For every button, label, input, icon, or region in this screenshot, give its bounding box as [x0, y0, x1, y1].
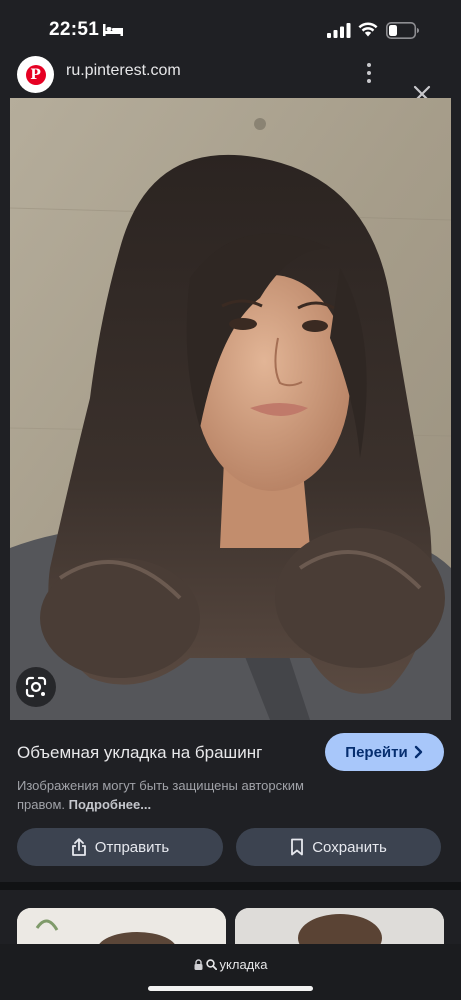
visit-button[interactable]: Перейти — [325, 733, 444, 771]
save-button-label: Сохранить — [312, 838, 387, 856]
search-icon — [205, 959, 217, 970]
pinterest-logo-icon[interactable]: P — [17, 56, 54, 93]
visit-button-label: Перейти — [345, 743, 408, 761]
portrait-illustration — [10, 98, 451, 720]
home-indicator[interactable] — [148, 986, 313, 991]
bookmark-icon — [291, 838, 304, 856]
wifi-icon — [358, 22, 378, 37]
section-divider — [0, 882, 461, 890]
cellular-signal-icon — [327, 23, 351, 38]
learn-more-link[interactable]: Подробнее... — [69, 797, 151, 812]
copyright-note: Изображения могут быть защищены авторски… — [17, 776, 327, 814]
copyright-text: Изображения могут быть защищены авторски… — [17, 778, 304, 812]
share-button-label: Отправить — [94, 838, 170, 856]
chevron-right-icon — [414, 745, 422, 759]
status-bar: 22:51 — [0, 0, 461, 52]
address-bar[interactable]: укладка — [0, 957, 461, 972]
source-header: P ru.pinterest.com — [0, 52, 461, 103]
browser-bottom-bar: укладка — [0, 944, 461, 1000]
address-bar-text: укладка — [219, 957, 268, 972]
battery-icon — [386, 22, 419, 39]
sleep-mode-icon — [103, 24, 123, 36]
image-title: Объемная укладка на брашинг — [17, 743, 263, 762]
status-time: 22:51 — [49, 19, 100, 40]
main-image[interactable] — [10, 98, 451, 720]
source-url[interactable]: ru.pinterest.com — [66, 62, 181, 80]
lock-icon — [194, 959, 203, 970]
image-info-panel: Объемная укладка на брашинг Перейти Изоб… — [0, 720, 461, 882]
lens-icon — [25, 676, 47, 698]
google-lens-button[interactable] — [16, 667, 56, 707]
share-icon — [71, 838, 86, 856]
save-button[interactable]: Сохранить — [236, 828, 441, 866]
share-button[interactable]: Отправить — [17, 828, 223, 866]
more-options-icon[interactable] — [362, 61, 376, 85]
